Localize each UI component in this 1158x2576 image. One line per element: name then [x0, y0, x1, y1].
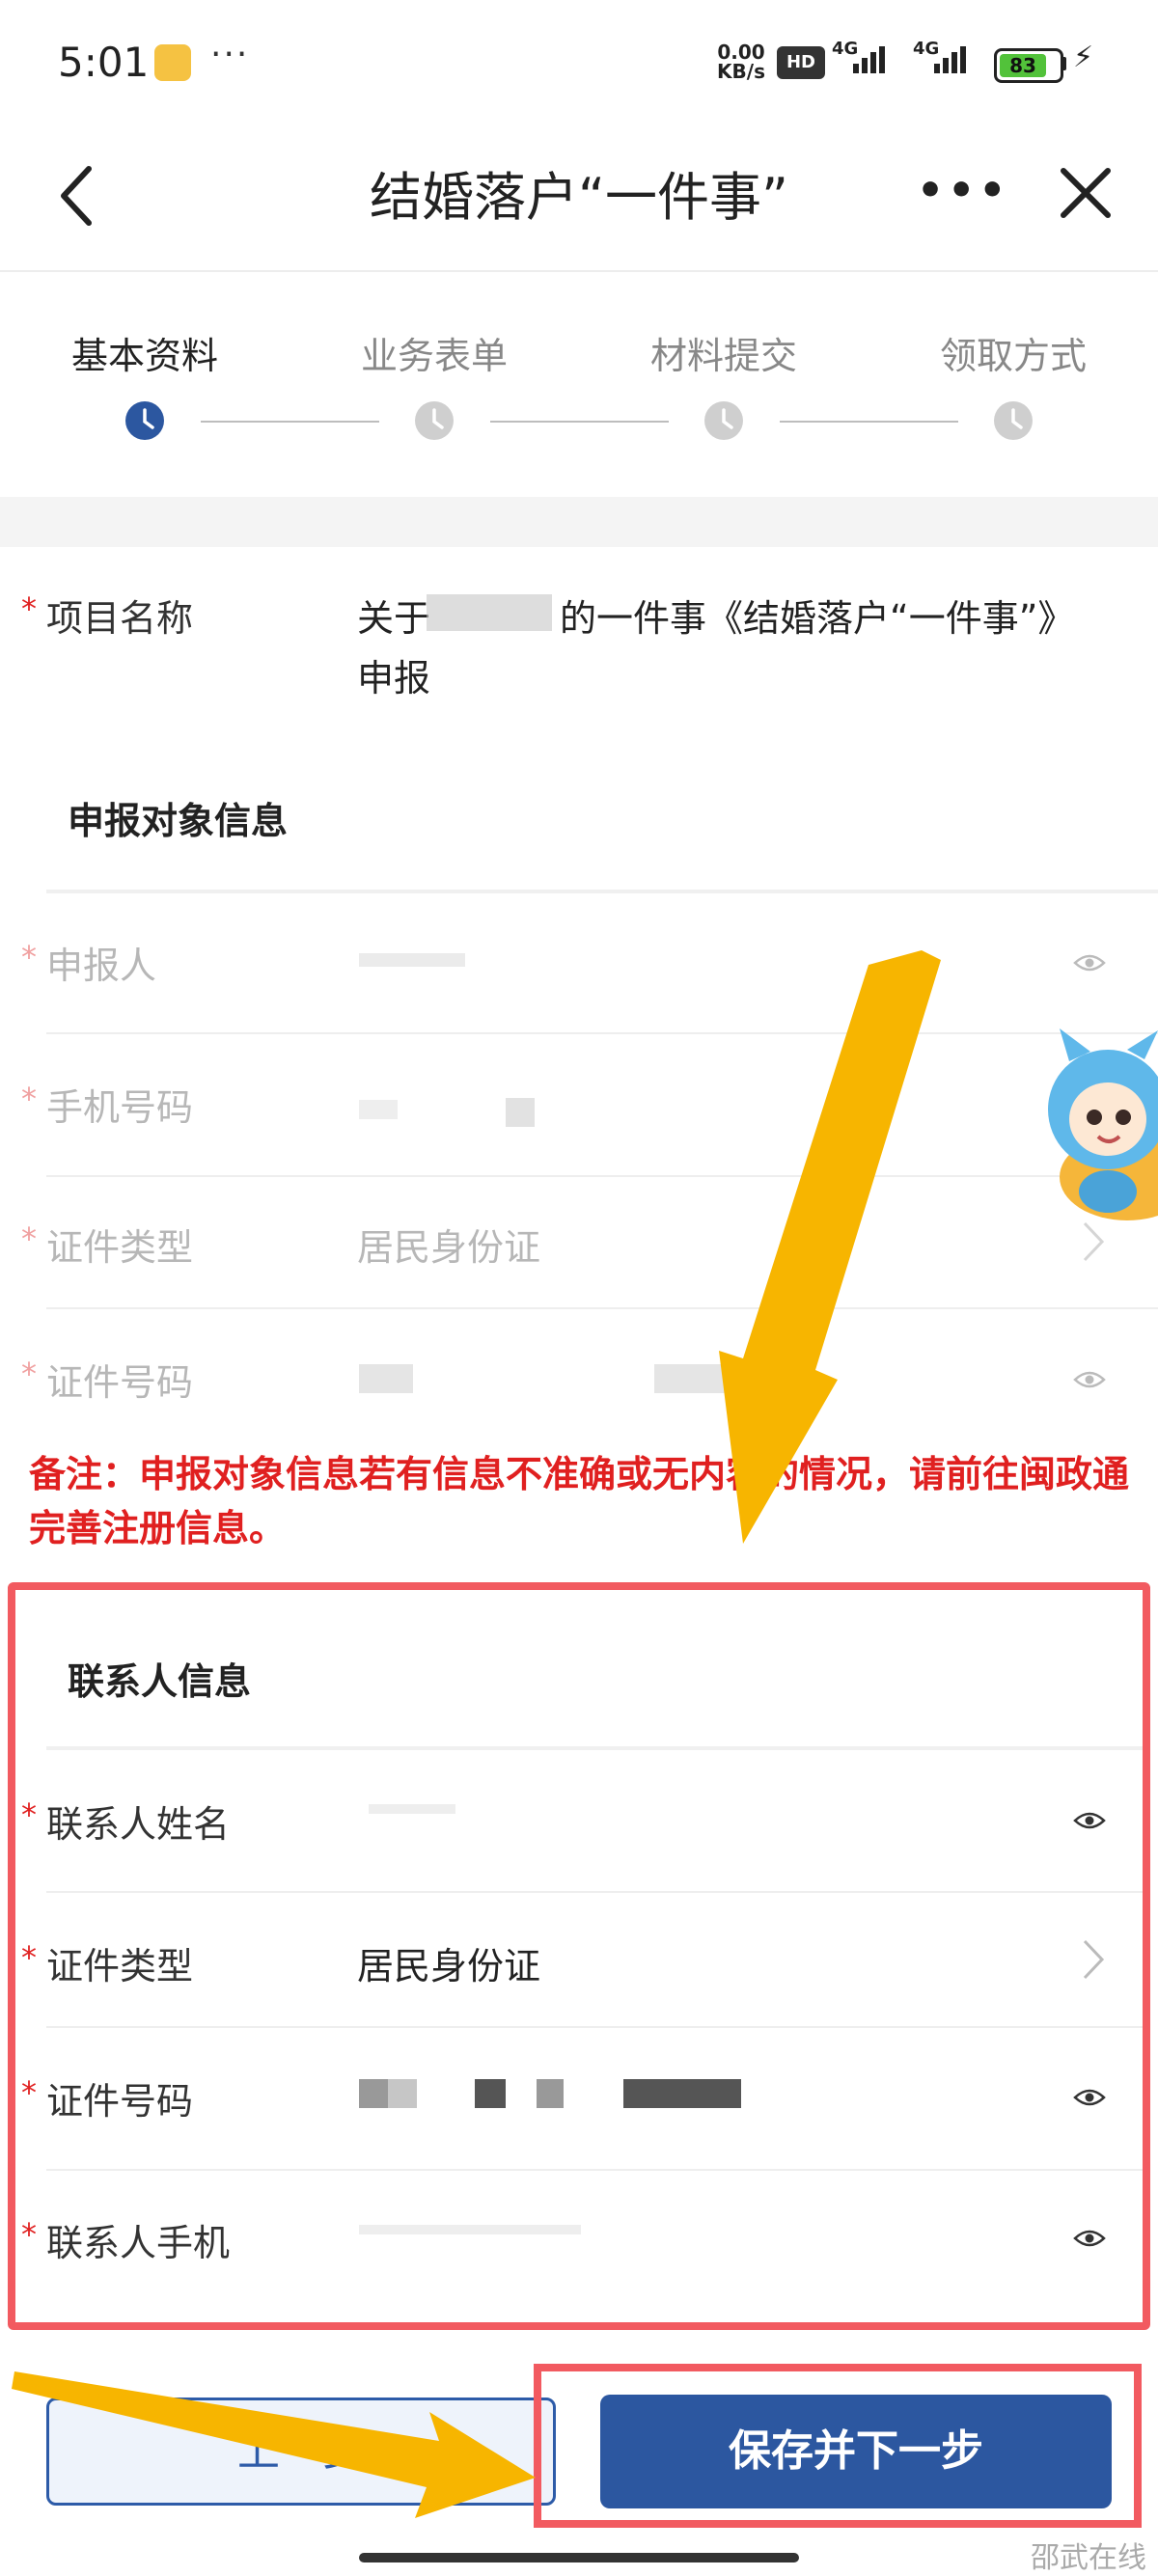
applicant-id-type-label: 证件类型 [46, 1226, 194, 1269]
back-arrow-icon[interactable] [48, 157, 106, 234]
status-time: 5:01 [58, 39, 150, 86]
step-connector [490, 421, 669, 423]
step-business-form[interactable]: 业务表单 [318, 326, 550, 379]
redacted-name [427, 594, 552, 631]
eye-icon[interactable] [1073, 1368, 1106, 1391]
prev-step-button[interactable]: 上一步 [46, 2398, 556, 2506]
required-mark: * [21, 1081, 37, 1117]
required-mark: * [21, 590, 37, 627]
divider [46, 1032, 1158, 1034]
clock-icon [704, 401, 743, 440]
battery-cap [1062, 57, 1066, 70]
watermark: 邵武在线 [1031, 2541, 1146, 2575]
charging-icon: ⚡ [1073, 41, 1094, 74]
step-material-submit[interactable]: 材料提交 [608, 326, 840, 379]
step-connector [780, 421, 958, 423]
net-speed: 0.00 KB/s [714, 42, 768, 81]
signal-bars-2-icon [934, 46, 969, 79]
clock-icon [994, 401, 1033, 440]
highlight-box-next [534, 2364, 1142, 2528]
clock-icon [415, 401, 454, 440]
clock-icon [125, 401, 164, 440]
project-name-value-prefix: 关于 [357, 597, 431, 640]
redacted-value [359, 1364, 413, 1393]
section-gap [0, 497, 1158, 547]
assistant-mascot-icon[interactable] [1031, 1023, 1158, 1235]
redacted-value [506, 1098, 535, 1127]
note-text: 备注：申报对象信息若有信息不准确或无内容的情况，请前往闽政通完善注册信息。 [29, 1453, 1130, 1549]
divider [46, 890, 1158, 893]
signal-bars-1-icon [853, 46, 888, 79]
project-name-value-line2: 申报 [357, 657, 431, 699]
required-mark: * [21, 939, 37, 975]
step-connector [201, 421, 379, 423]
more-notifications-icon: ··· [210, 35, 250, 74]
required-mark: * [21, 1356, 37, 1392]
applicant-phone-label: 手机号码 [46, 1086, 194, 1129]
redacted-value [654, 1364, 741, 1393]
home-indicator[interactable] [359, 2553, 799, 2562]
redacted-value [359, 953, 465, 967]
applicant-name-label: 申报人 [46, 945, 157, 987]
applicant-section-title: 申报对象信息 [68, 800, 289, 842]
project-name-label: 项目名称 [46, 597, 194, 640]
project-name-value: 的一件事《结婚落户“一件事”》 [560, 597, 1075, 640]
applicant-id-type-value: 居民身份证 [357, 1226, 541, 1269]
divider [46, 1175, 1158, 1177]
eye-icon[interactable] [1073, 951, 1106, 974]
divider [46, 1307, 1158, 1309]
step-basic-info[interactable]: 基本资料 [29, 326, 261, 379]
close-icon[interactable] [1052, 159, 1119, 227]
applicant-id-number-label: 证件号码 [46, 1361, 194, 1404]
step-pickup-method[interactable]: 领取方式 [897, 326, 1129, 379]
net-speed-unit: KB/s [717, 60, 765, 83]
more-icon[interactable]: ••• [917, 166, 1009, 215]
highlight-box-contact [8, 1582, 1150, 2330]
battery-level: 83 [1000, 54, 1046, 77]
notification-icon [154, 44, 191, 81]
hd-badge: HD [777, 46, 825, 79]
required-mark: * [21, 1220, 37, 1257]
net-speed-value: 0.00 [717, 41, 765, 64]
redacted-value [359, 1100, 398, 1119]
